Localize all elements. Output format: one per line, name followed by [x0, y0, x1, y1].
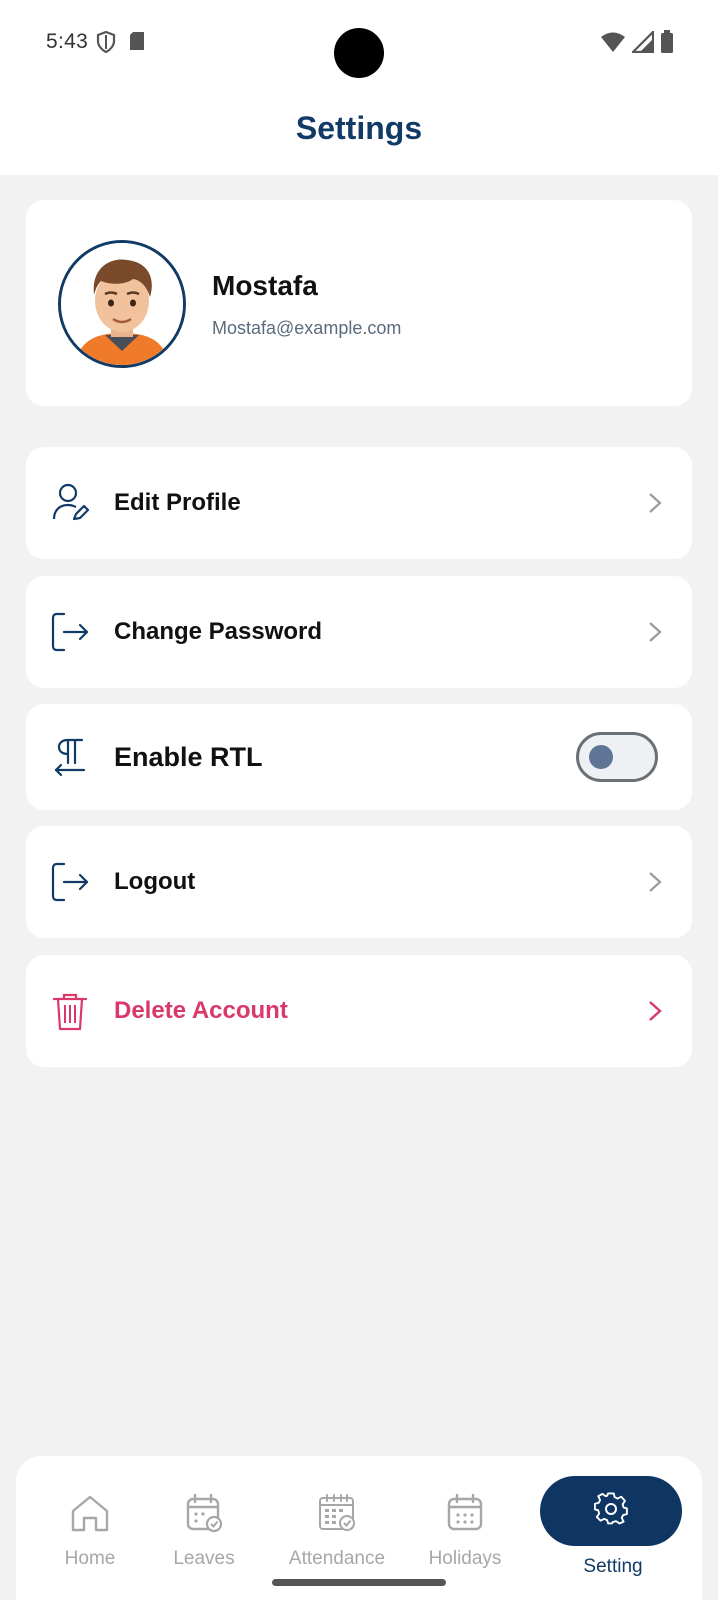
change-password-row[interactable]: Change Password [26, 576, 692, 688]
profile-email: Mostafa@example.com [212, 318, 402, 338]
enable-rtl-row: Enable RTL [26, 704, 692, 810]
sd-card-icon [128, 31, 146, 58]
avatar [58, 240, 186, 368]
gear-icon [594, 1491, 628, 1531]
logout-row[interactable]: Logout [26, 826, 692, 938]
shield-icon [96, 30, 116, 58]
logout-label: Logout [114, 868, 196, 895]
home-indicator [272, 1579, 446, 1586]
nav-leaves[interactable]: Leaves [144, 1456, 264, 1600]
calendar-icon [444, 1492, 486, 1534]
nav-attendance-label: Attendance [288, 1548, 386, 1569]
nav-home-label: Home [64, 1548, 116, 1569]
status-time: 5:43 [46, 30, 89, 53]
edit-profile-row[interactable]: Edit Profile [26, 447, 692, 559]
enable-rtl-label: Enable RTL [114, 741, 263, 772]
wifi-icon [600, 31, 626, 58]
page-title: Settings [295, 110, 423, 146]
settings-screen: 5:43 Settings Mostafa Mostafa@example.co… [0, 0, 718, 1600]
nav-setting[interactable]: Setting [540, 1456, 686, 1600]
profile-name: Mostafa [212, 270, 318, 301]
nav-holidays-label: Holidays [428, 1548, 502, 1569]
pilcrow-rtl-icon [50, 737, 90, 777]
trash-icon [50, 991, 90, 1031]
nav-setting-label: Setting [583, 1556, 643, 1577]
logout-icon [50, 862, 90, 902]
user-edit-icon [50, 483, 90, 523]
toggle-knob [589, 745, 613, 769]
edit-profile-label: Edit Profile [114, 489, 241, 516]
delete-account-row[interactable]: Delete Account [26, 955, 692, 1067]
change-password-label: Change Password [114, 618, 323, 645]
chevron-right-icon [646, 870, 664, 894]
camera-cutout [334, 28, 384, 78]
profile-card: Mostafa Mostafa@example.com [26, 200, 692, 406]
delete-account-label: Delete Account [114, 997, 288, 1024]
home-icon [69, 1492, 111, 1534]
nav-home[interactable]: Home [30, 1456, 150, 1600]
calendar-check-icon [183, 1492, 225, 1534]
app-header: 5:43 Settings [0, 0, 718, 175]
chevron-right-icon [646, 620, 664, 644]
signal-icon [630, 29, 655, 58]
rtl-toggle-switch[interactable] [576, 732, 658, 782]
login-arrow-icon [50, 612, 90, 652]
nav-leaves-label: Leaves [173, 1548, 235, 1569]
calendar-grid-icon [316, 1492, 358, 1534]
chevron-right-icon [646, 999, 664, 1023]
nav-setting-active-pill [540, 1476, 682, 1546]
battery-icon [660, 30, 674, 59]
chevron-right-icon [646, 491, 664, 515]
